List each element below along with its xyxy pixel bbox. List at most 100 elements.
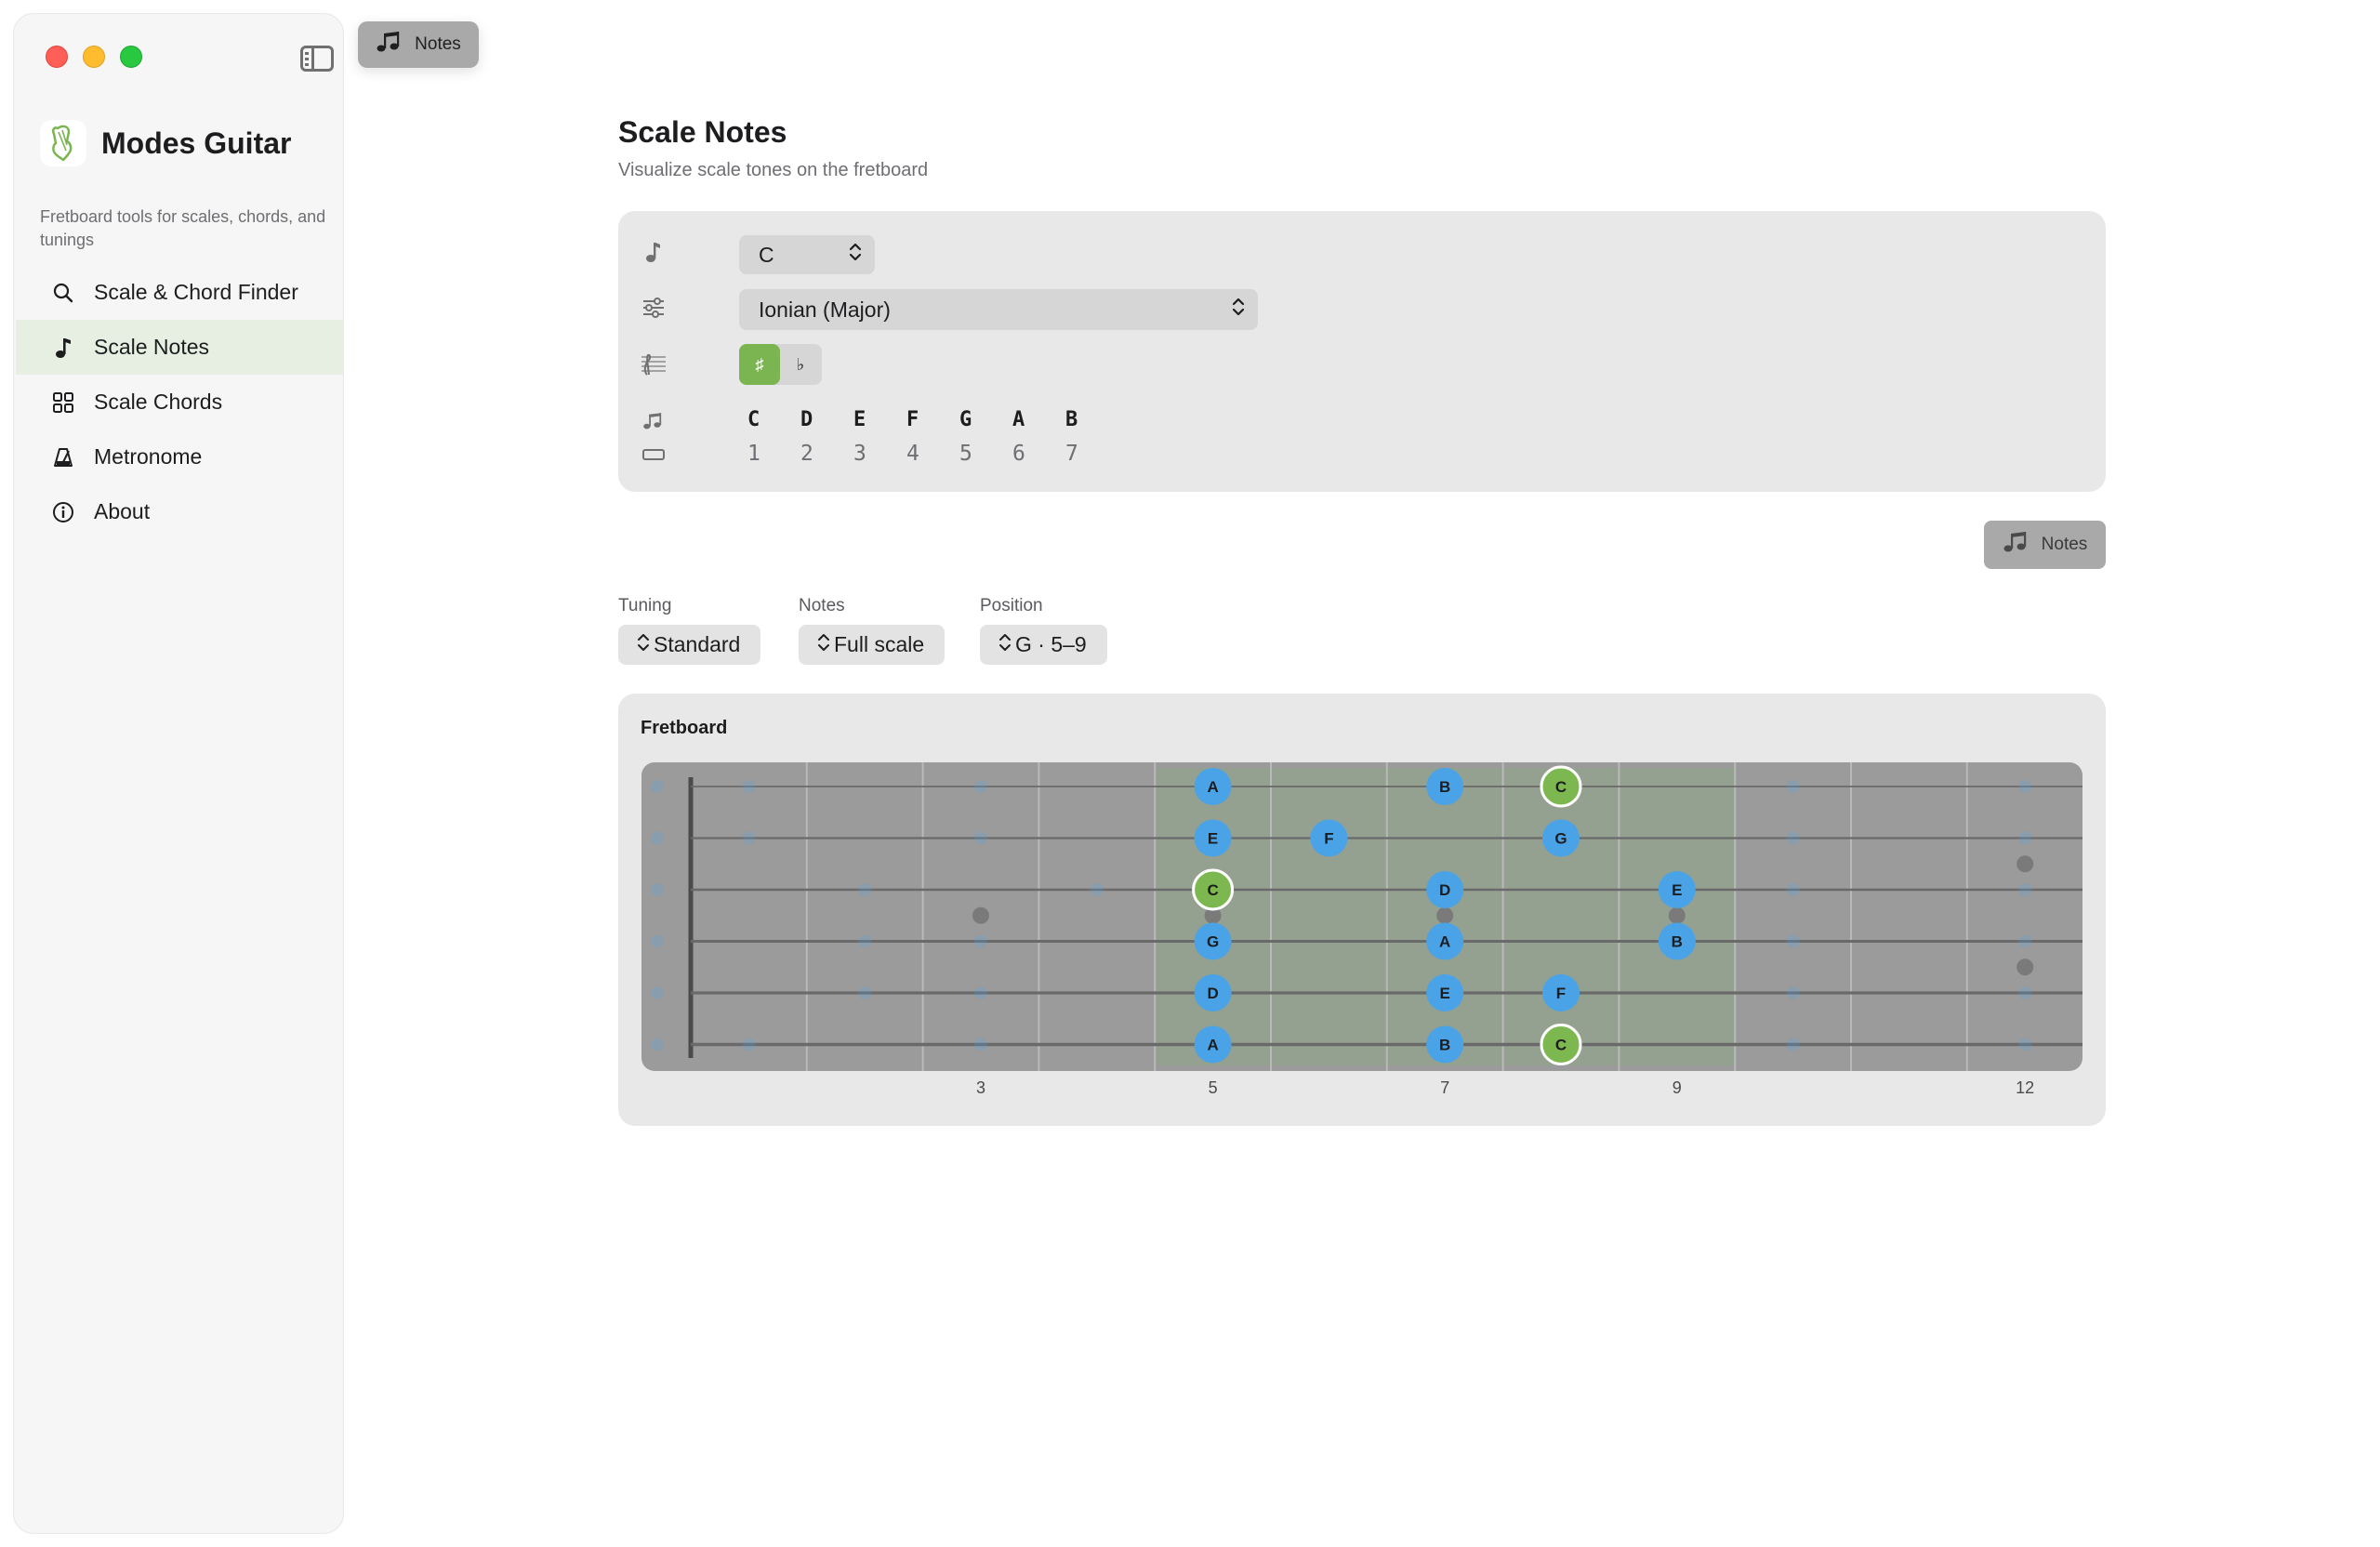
fret-inlay-marker	[1668, 906, 1686, 924]
sidebar: Modes Guitar Fretboard tools for scales,…	[13, 13, 344, 1534]
note-label: F	[1324, 830, 1333, 848]
note-label: B	[1439, 1037, 1450, 1054]
note-label: B	[1672, 933, 1683, 951]
sharp-button[interactable]: ♯	[739, 344, 780, 385]
sidebar-toggle-icon[interactable]	[300, 46, 334, 72]
zoom-window-button[interactable]	[120, 46, 142, 68]
note-label: B	[1439, 778, 1450, 796]
music-notes-icon	[376, 30, 403, 60]
inactive-note-dot	[1090, 883, 1104, 896]
fret-number-label: 9	[1673, 1078, 1682, 1097]
inactive-note-dot	[858, 986, 872, 999]
note-label: G	[1207, 933, 1219, 951]
scale-note-column: F 4	[903, 408, 956, 466]
sidebar-item-metronome[interactable]: Metronome	[16, 430, 343, 484]
note-label: C	[1555, 778, 1567, 796]
app-title: Modes Guitar	[101, 126, 292, 160]
inactive-note-dot	[651, 934, 664, 948]
fret-inlay-marker	[2016, 959, 2034, 976]
close-window-button[interactable]	[46, 46, 68, 68]
inactive-note-dot	[651, 780, 664, 793]
note-label: E	[1440, 985, 1450, 1002]
sliders-icon	[641, 295, 667, 321]
scale-note: G	[959, 408, 972, 431]
inactive-note-dot	[1786, 986, 1800, 999]
sidebar-item-label: Scale & Chord Finder	[94, 280, 298, 304]
sidebar-item-scale-notes[interactable]: Scale Notes	[16, 320, 343, 375]
inactive-note-dot	[2018, 831, 2032, 845]
scale-degree: 1	[747, 442, 760, 466]
inactive-note-dot	[651, 831, 664, 845]
notes-filter-select[interactable]: Full scale	[799, 625, 945, 665]
position-value: G · 5–9	[1015, 632, 1087, 656]
inactive-note-dot	[742, 1038, 756, 1051]
app-description: Fretboard tools for scales, chords, and …	[40, 207, 326, 249]
sidebar-item-scale-chords[interactable]: Scale Chords	[16, 375, 343, 430]
music-notes-icon	[2003, 530, 2030, 560]
staff-icon	[641, 351, 667, 377]
scale-note: B	[1065, 408, 1078, 431]
scale-degree: 2	[800, 442, 813, 466]
scale-degree: 4	[906, 442, 919, 466]
inactive-note-dot	[1786, 1038, 1800, 1051]
note-label: C	[1555, 1037, 1567, 1054]
position-select[interactable]: G · 5–9	[980, 625, 1107, 665]
scale-note-column: B 7	[1062, 408, 1115, 466]
note-label: F	[1556, 985, 1566, 1002]
inactive-note-dot	[742, 831, 756, 845]
mode-value: Ionian (Major)	[759, 297, 891, 322]
inactive-note-dot	[651, 883, 664, 896]
sidebar-item-label: About	[94, 499, 151, 523]
note-label: D	[1207, 985, 1218, 1002]
guitar-logo-icon	[40, 120, 86, 166]
sidebar-item-label: Scale Notes	[94, 335, 210, 359]
inactive-note-dot	[1786, 831, 1800, 845]
note-label: E	[1672, 881, 1682, 899]
inactive-note-dot	[1786, 780, 1800, 793]
root-note-select[interactable]: C	[739, 235, 875, 274]
inactive-note-dot	[974, 1038, 987, 1051]
inactive-note-dot	[974, 831, 987, 845]
notes-filter-value: Full scale	[834, 632, 925, 656]
notes-button[interactable]: Notes	[1984, 521, 2106, 569]
minimize-window-button[interactable]	[83, 46, 105, 68]
chevron-updown-icon	[849, 242, 862, 268]
tuning-select[interactable]: Standard	[618, 625, 761, 665]
tuning-label: Tuning	[618, 596, 672, 615]
inactive-note-dot	[974, 780, 987, 793]
inactive-note-dot	[858, 934, 872, 948]
note-label: A	[1207, 778, 1218, 796]
inactive-note-dot	[974, 934, 987, 948]
page-subtitle: Visualize scale tones on the fretboard	[618, 160, 929, 180]
fret-inlay-marker	[2016, 855, 2034, 873]
music-notes-icon	[641, 408, 667, 434]
fret-number-label: 3	[976, 1078, 985, 1097]
toolbar-notes-button[interactable]: Notes	[358, 21, 479, 68]
inactive-note-dot	[1786, 883, 1800, 896]
scale-note: D	[800, 408, 813, 431]
app-window: Modes Guitar Fretboard tools for scales,…	[0, 0, 2380, 1547]
inactive-note-dot	[742, 780, 756, 793]
scale-settings-card: C Ionian (Major) ♯ ♭ C 1 D 2 E 3 F 4 G 5…	[618, 211, 2106, 492]
fret-number-label: 7	[1440, 1078, 1449, 1097]
scale-degree: 7	[1065, 442, 1078, 466]
inactive-note-dot	[2018, 780, 2032, 793]
scale-degree: 6	[1012, 442, 1025, 466]
notes-filter-label: Notes	[799, 596, 845, 615]
toolbar-notes-label: Notes	[415, 34, 461, 54]
window-controls	[46, 46, 142, 68]
scale-note-column: E 3	[850, 408, 903, 466]
inactive-note-dot	[651, 986, 664, 999]
sidebar-item-scale-chord-finder[interactable]: Scale & Chord Finder	[16, 265, 343, 320]
sidebar-item-about[interactable]: About	[16, 484, 343, 539]
sidebar-nav: Scale & Chord Finder Scale Notes Scale C…	[16, 265, 343, 539]
accidental-toggle[interactable]: ♯ ♭	[739, 344, 822, 385]
mode-select[interactable]: Ionian (Major)	[739, 289, 1258, 330]
note-label: A	[1439, 933, 1450, 951]
sidebar-item-label: Scale Chords	[94, 390, 223, 414]
grid-icon	[51, 390, 75, 415]
flat-button[interactable]: ♭	[780, 344, 821, 385]
scale-degree: 3	[853, 442, 866, 466]
info-icon	[51, 500, 75, 524]
note-label: D	[1439, 881, 1450, 899]
